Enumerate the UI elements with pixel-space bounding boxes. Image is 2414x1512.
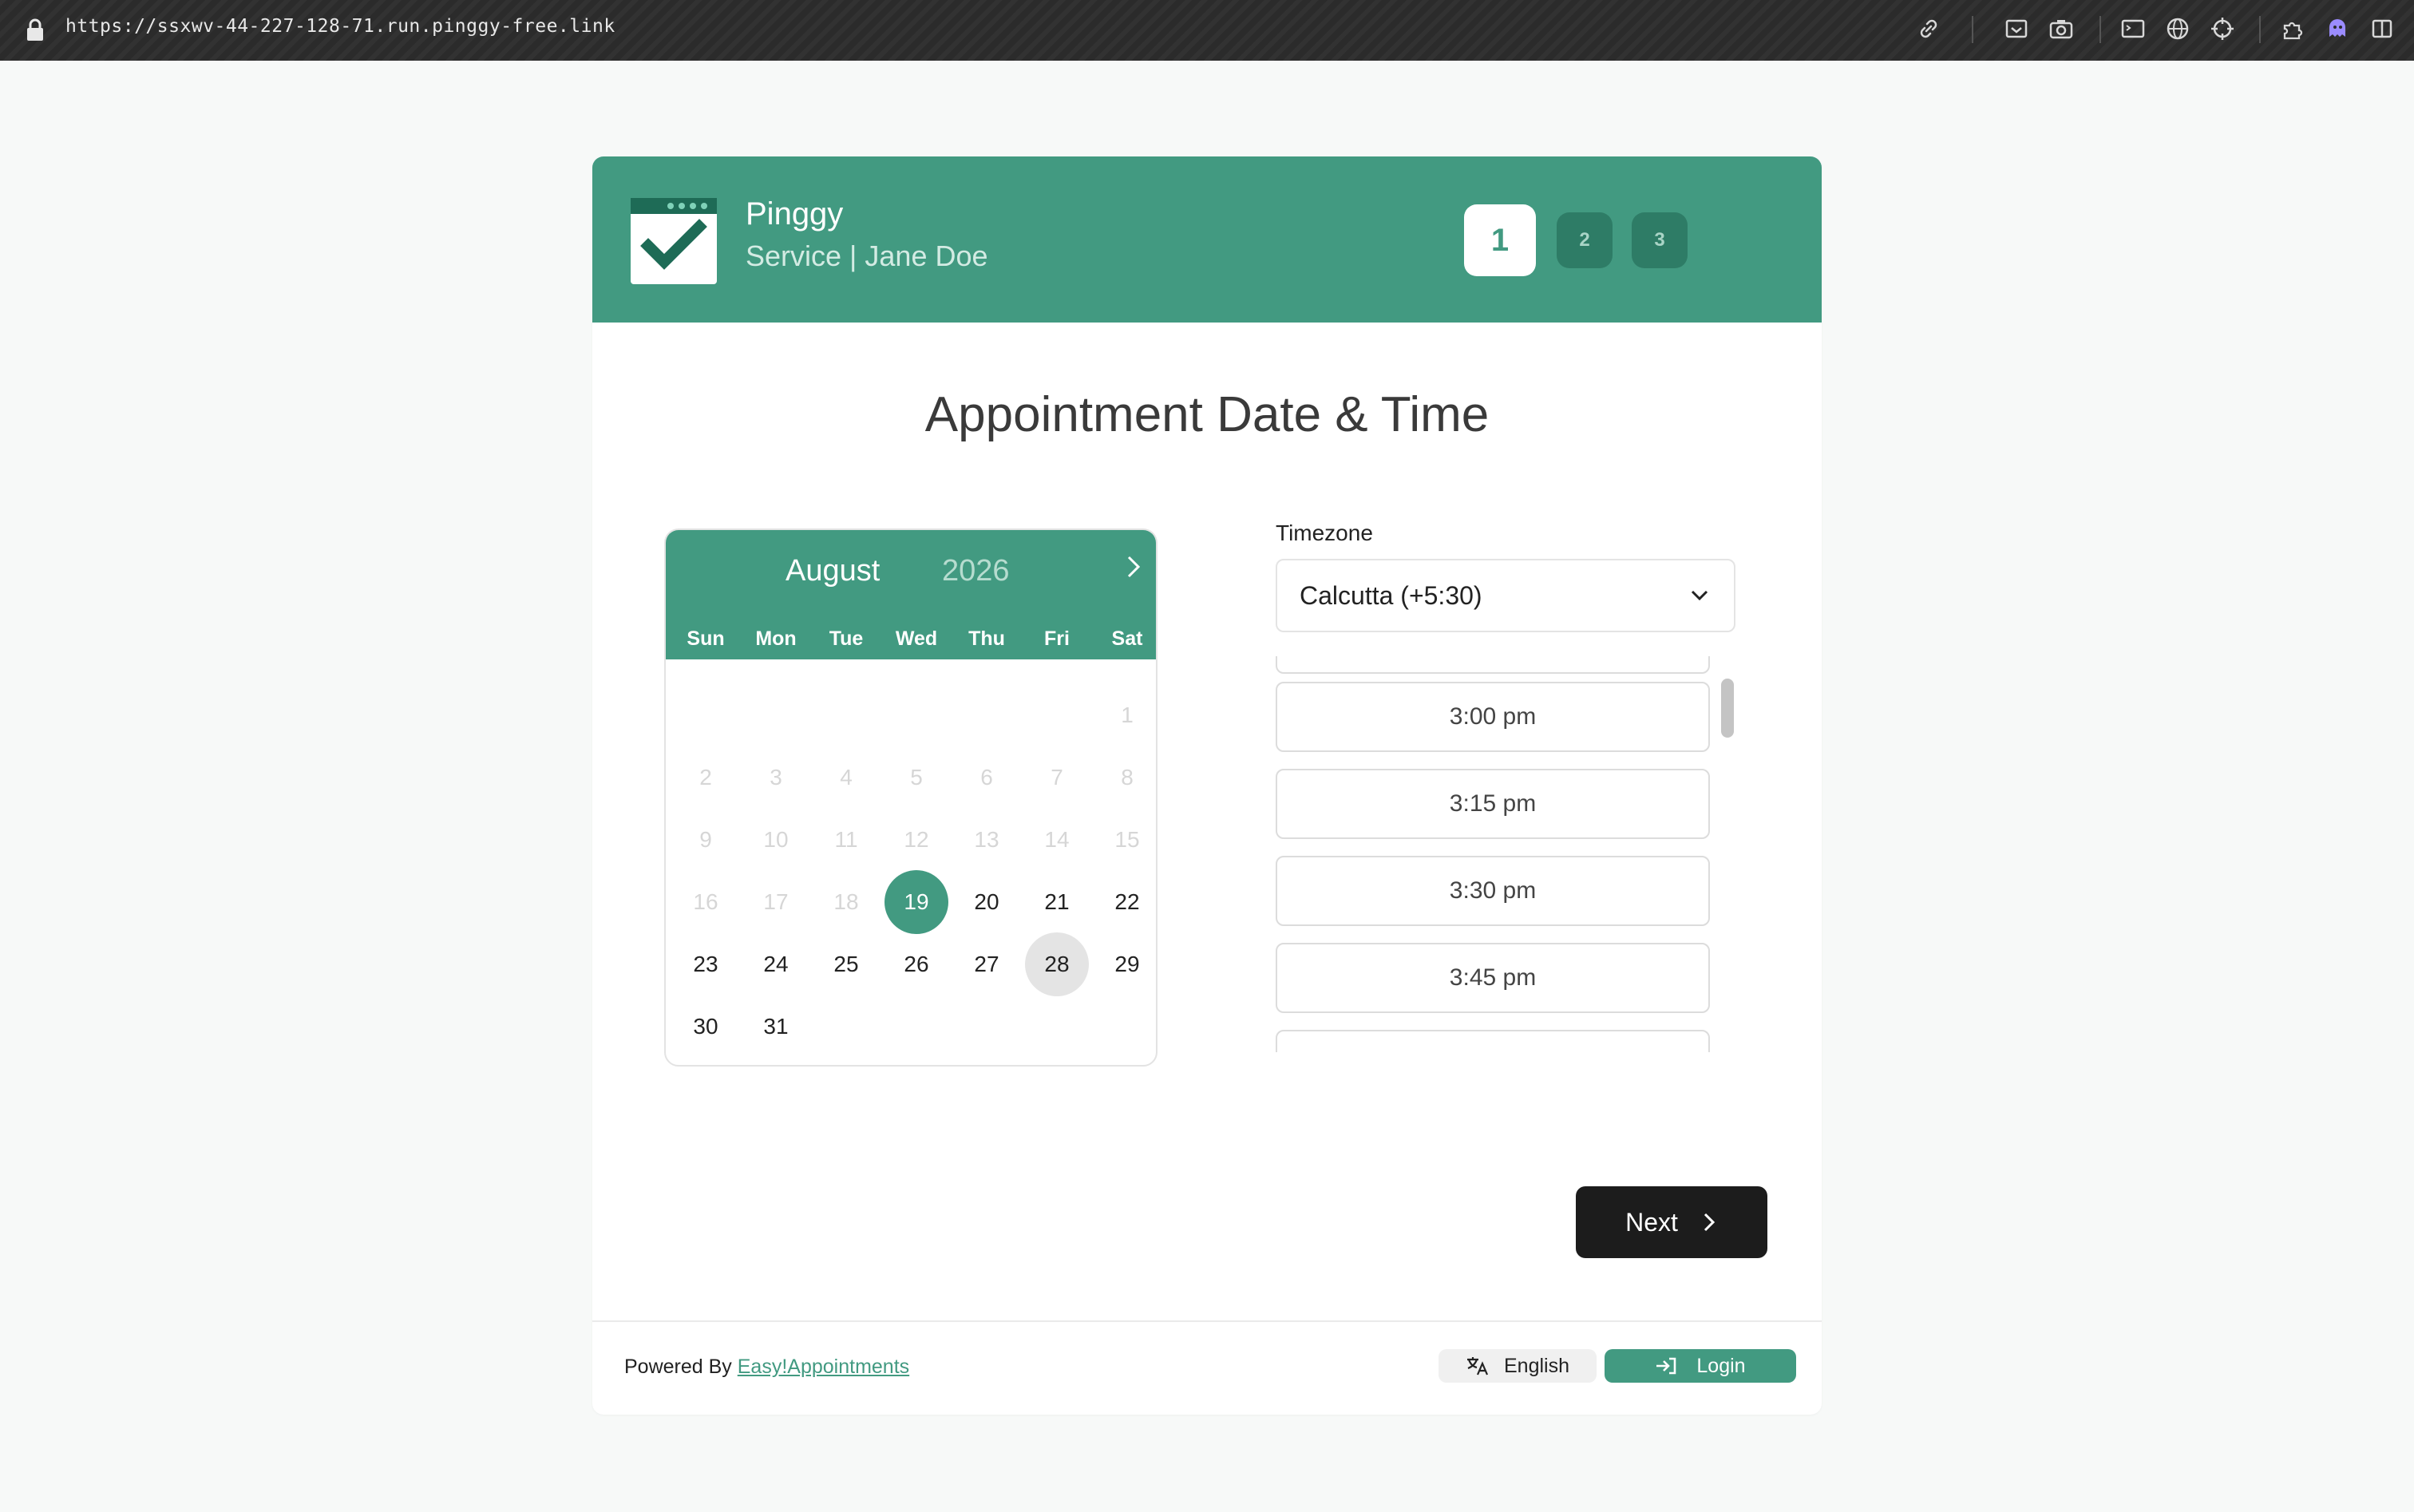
footer-divider [592, 1320, 1822, 1322]
calendar-day: 13 [974, 827, 999, 852]
time-slot-partial[interactable] [1276, 656, 1710, 674]
calendar-day[interactable]: 31 [744, 995, 808, 1059]
calendar-day: 1 [1121, 703, 1134, 727]
login-button[interactable]: Login [1605, 1349, 1796, 1383]
weekday-header: Thu [968, 627, 1005, 650]
next-button[interactable]: Next [1576, 1186, 1767, 1258]
company-name: Pinggy [746, 196, 844, 232]
calendar-day: 10 [763, 827, 789, 852]
calendar-day: 16 [693, 889, 718, 914]
time-slot[interactable]: 3:00 pm [1276, 682, 1710, 752]
globe-icon[interactable] [2163, 14, 2192, 43]
calendar-day: 2 [699, 765, 712, 790]
weekday-header: Mon [755, 627, 797, 650]
calendar-day[interactable]: 27 [955, 932, 1019, 996]
calendar-day[interactable]: 28 [1025, 932, 1089, 996]
step-3[interactable]: 3 [1632, 212, 1688, 268]
calendar-day: 12 [904, 827, 929, 852]
calendar-day: 18 [833, 889, 859, 914]
browser-toolbar: https://ssxwv-44-227-128-71.run.pinggy-f… [0, 0, 2414, 61]
step-2[interactable]: 2 [1557, 212, 1613, 268]
toolbar-divider [1972, 16, 1973, 43]
weekday-header: Sat [1111, 627, 1143, 650]
page-title: Appointment Date & Time [924, 387, 1490, 442]
calendar-day[interactable]: 24 [744, 932, 808, 996]
calendar-header: August 2026 Sun Mon Tue Wed Thu Fri Sat [666, 530, 1156, 659]
timezone-value: Calcutta (+5:30) [1300, 581, 1482, 610]
language-button[interactable]: English [1439, 1349, 1597, 1383]
crosshair-icon[interactable] [2208, 14, 2237, 43]
calendar-day[interactable]: 29 [1095, 932, 1156, 996]
language-label: English [1504, 1354, 1569, 1377]
calendar-day: 5 [910, 765, 923, 790]
lock-icon [27, 18, 43, 41]
extension-icon[interactable] [2278, 14, 2307, 43]
slots-scrollbar[interactable] [1721, 679, 1734, 738]
sign-in-icon [1656, 1357, 1676, 1375]
calendar-day-selected[interactable]: 19 [884, 870, 948, 934]
chevron-right-icon [1704, 1213, 1716, 1232]
calendar-year[interactable]: 2026 [942, 554, 1010, 588]
time-slot-partial[interactable] [1276, 1030, 1710, 1052]
calendar-day: 6 [980, 765, 993, 790]
time-slot[interactable]: 3:45 pm [1276, 943, 1710, 1013]
weekday-header: Tue [829, 627, 864, 650]
login-label: Login [1696, 1354, 1746, 1377]
calendar-day[interactable]: 30 [674, 995, 738, 1059]
calendar-day: 15 [1114, 827, 1140, 852]
calendar-day[interactable]: 22 [1095, 870, 1156, 934]
sidebar-toggle-icon[interactable] [2368, 14, 2396, 43]
calendar-day[interactable]: 23 [674, 932, 738, 996]
toolbar-divider [2099, 16, 2101, 43]
step-1[interactable]: 1 [1464, 204, 1536, 276]
timezone-select[interactable]: Calcutta (+5:30) [1276, 559, 1735, 632]
time-slots-list[interactable]: 3:00 pm 3:15 pm 3:30 pm 3:45 pm [1276, 656, 1723, 1052]
calendar-day: 14 [1044, 827, 1070, 852]
calendar-day: 3 [770, 765, 782, 790]
time-slot[interactable]: 3:30 pm [1276, 856, 1710, 926]
weekday-header: Sun [687, 627, 725, 650]
powered-by: Powered By Easy!Appointments [624, 1356, 909, 1379]
calendar-day: 8 [1121, 765, 1134, 790]
calendar-day: 4 [840, 765, 853, 790]
booking-header: Pinggy Service | Jane Doe 1 2 3 [592, 156, 1822, 323]
calendar-month[interactable]: August [786, 554, 880, 588]
translate-icon [1467, 1357, 1489, 1375]
next-button-label: Next [1625, 1207, 1678, 1237]
calendar-check-logo [631, 198, 717, 284]
timezone-label: Timezone [1276, 520, 1373, 545]
calendar-day: 9 [699, 827, 712, 852]
powered-by-text: Powered By [624, 1356, 732, 1378]
next-month-icon[interactable] [1119, 551, 1146, 583]
screenshot-icon[interactable] [2002, 14, 2031, 43]
weekday-header: Wed [895, 627, 938, 650]
weekday-header: Fri [1044, 627, 1070, 650]
booking-card: Pinggy Service | Jane Doe 1 2 3 Appointm… [592, 156, 1822, 1415]
camera-icon[interactable] [2047, 14, 2076, 43]
toolbar-divider [2259, 16, 2261, 43]
calendar-day: 17 [763, 889, 789, 914]
calendar-day[interactable]: 25 [814, 932, 878, 996]
calendar-day: 7 [1051, 765, 1063, 790]
time-slot[interactable]: 3:15 pm [1276, 769, 1710, 839]
address-bar[interactable]: https://ssxwv-44-227-128-71.run.pinggy-f… [65, 16, 615, 37]
service-provider: Service | Jane Doe [746, 239, 988, 272]
calendar-day: 11 [834, 827, 858, 852]
chevron-down-icon [1691, 590, 1708, 601]
date-picker: August 2026 Sun Mon Tue Wed Thu Fri Sat 123456… [664, 528, 1158, 1067]
calendar-day[interactable]: 20 [955, 870, 1019, 934]
calendar-day[interactable]: 26 [884, 932, 948, 996]
calendar-day[interactable]: 21 [1025, 870, 1089, 934]
ghost-extension-icon[interactable] [2323, 14, 2352, 43]
easy-appointments-link[interactable]: Easy!Appointments [738, 1356, 909, 1378]
link-icon[interactable] [1914, 14, 1943, 43]
terminal-icon[interactable] [2119, 14, 2147, 43]
